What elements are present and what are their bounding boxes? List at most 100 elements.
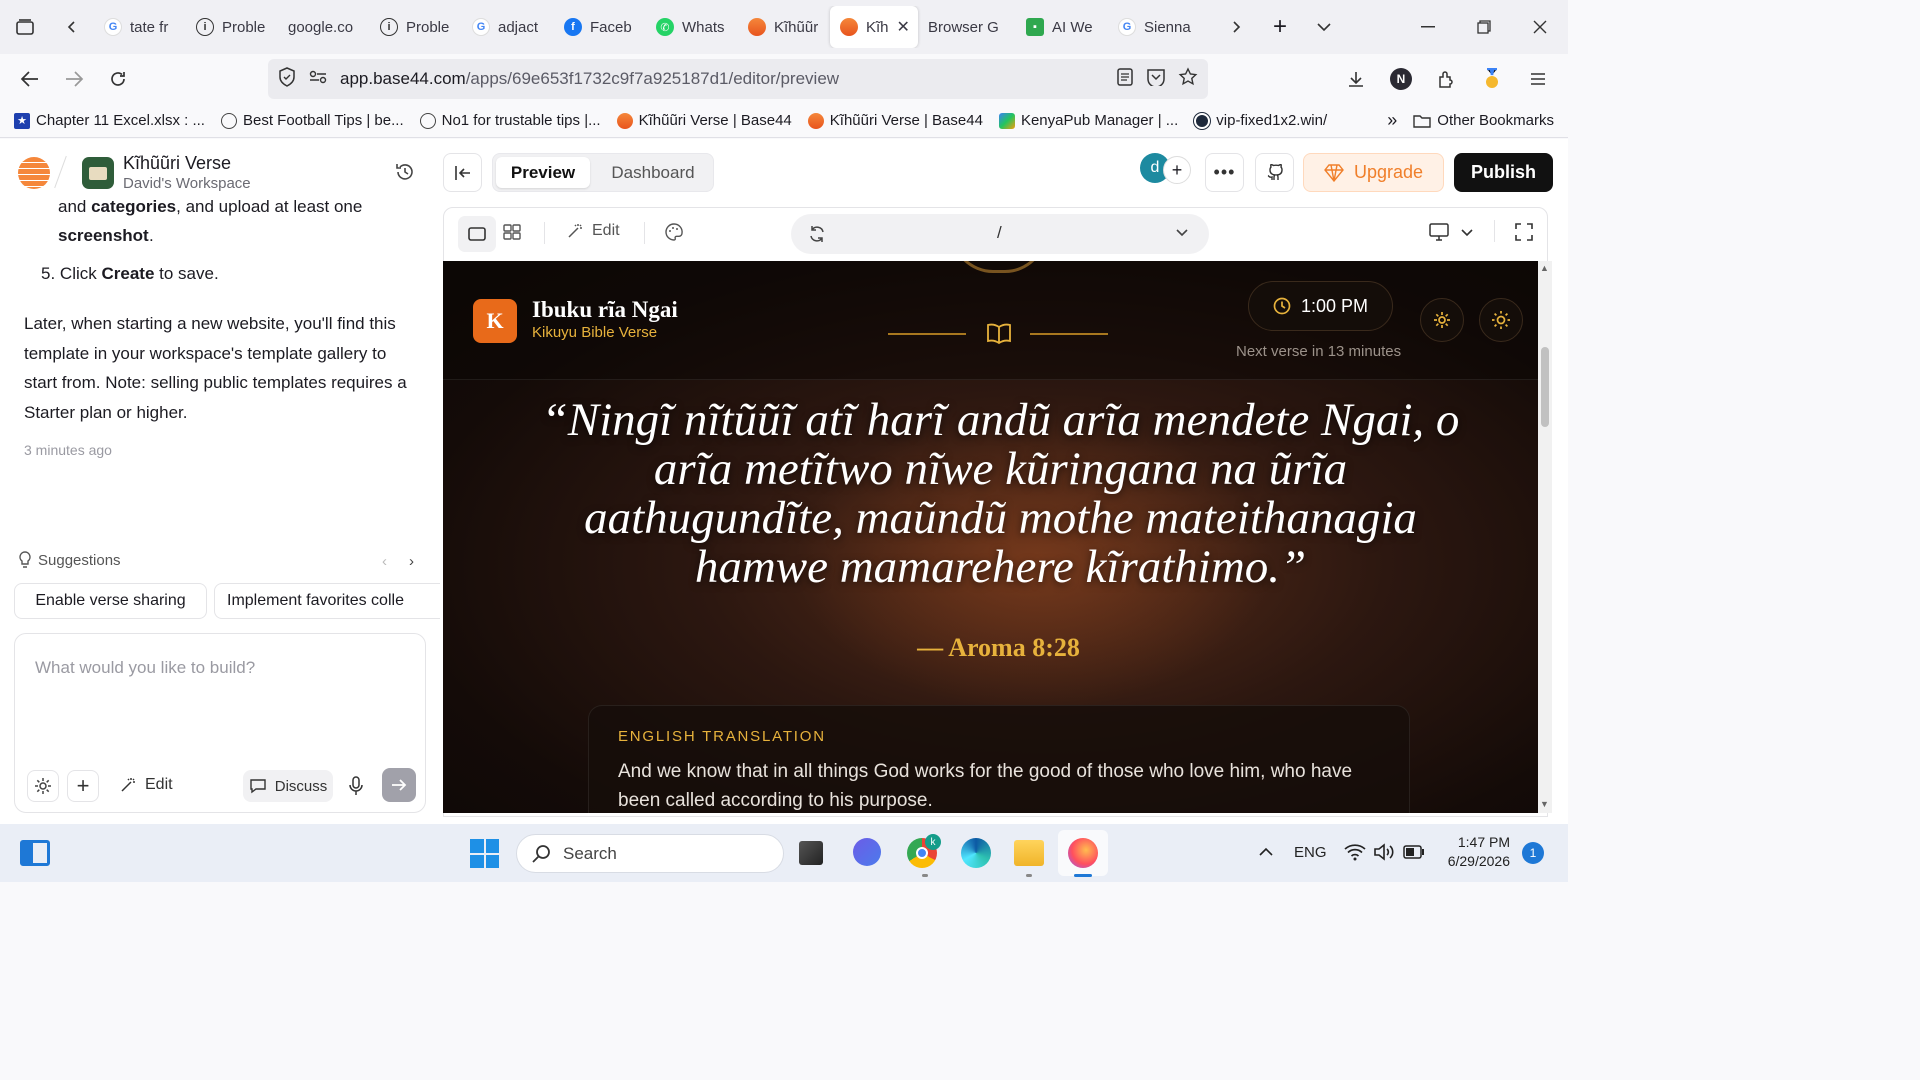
- sun-theme-icon[interactable]: [1479, 298, 1523, 342]
- suggestions-next-icon[interactable]: ›: [409, 553, 414, 570]
- upgrade-button[interactable]: Upgrade: [1303, 153, 1444, 192]
- clock-date[interactable]: 6/29/2026: [1432, 853, 1510, 869]
- bookmark-item[interactable]: vip-fixed1x2.win/: [1186, 112, 1335, 129]
- bookmark-item[interactable]: Kĩhũũri Verse | Base44: [800, 112, 991, 129]
- add-attachment-icon[interactable]: +: [67, 770, 99, 802]
- save-to-pocket-icon[interactable]: [1146, 68, 1166, 91]
- bookmark-item[interactable]: KenyaPub Manager | ...: [991, 112, 1186, 129]
- other-bookmarks[interactable]: Other Bookmarks: [1405, 112, 1562, 129]
- task-view-icon[interactable]: [799, 841, 823, 865]
- language-indicator[interactable]: ENG: [1294, 844, 1327, 861]
- chevron-down-icon[interactable]: [1461, 226, 1473, 244]
- tab-preview[interactable]: Preview: [496, 157, 590, 188]
- extensions-icon[interactable]: [1424, 57, 1468, 101]
- clock-time[interactable]: 1:47 PM: [1440, 834, 1510, 850]
- invite-collaborator-icon[interactable]: +: [1163, 156, 1191, 184]
- browser-tab[interactable]: Browser G: [918, 6, 1016, 48]
- taskbar-search[interactable]: Search: [516, 834, 784, 873]
- suggestions-prev-icon[interactable]: ‹: [382, 553, 387, 570]
- bookmark-item[interactable]: No1 for trustable tips |...: [412, 112, 609, 129]
- history-icon[interactable]: [394, 161, 416, 188]
- url-bar[interactable]: app.base44.com/apps/69e653f1732c9f7a9251…: [268, 59, 1208, 99]
- theme-palette-icon[interactable]: [664, 222, 684, 247]
- extension-badge-icon[interactable]: [1470, 57, 1514, 101]
- refresh-preview-icon[interactable]: [807, 224, 827, 249]
- prompt-input[interactable]: What would you like to build?: [35, 658, 255, 678]
- site-permissions-icon[interactable]: [308, 69, 328, 90]
- discuss-button[interactable]: Discuss: [243, 770, 333, 802]
- settings-gear-icon[interactable]: [1420, 298, 1464, 342]
- volume-icon[interactable]: [1373, 843, 1395, 866]
- browser-tab[interactable]: Gadjact: [462, 6, 554, 48]
- settings-gear-icon[interactable]: [27, 770, 59, 802]
- chevron-down-icon[interactable]: [1175, 226, 1189, 245]
- forward-icon[interactable]: [52, 57, 96, 101]
- browser-tab[interactable]: Gtate fr: [94, 6, 186, 48]
- start-windows-icon[interactable]: [470, 839, 499, 868]
- meet-icon[interactable]: [853, 838, 881, 866]
- send-button[interactable]: [382, 768, 416, 802]
- bookmark-item[interactable]: Best Football Tips | be...: [213, 112, 412, 129]
- browser-tab[interactable]: i Proble: [370, 6, 462, 48]
- suggestion-chip[interactable]: Implement favorites colle: [214, 583, 440, 619]
- device-desktop-icon[interactable]: [1429, 223, 1449, 246]
- scroll-down-icon[interactable]: ▼: [1540, 799, 1549, 809]
- browser-tab[interactable]: ✆ Whats: [646, 6, 738, 48]
- minimize-icon[interactable]: [1400, 5, 1456, 49]
- app-icon[interactable]: [82, 157, 114, 189]
- preview-scrollbar[interactable]: ▲ ▼: [1538, 261, 1552, 813]
- widgets-icon[interactable]: [20, 840, 50, 866]
- fullscreen-icon[interactable]: [1515, 223, 1533, 246]
- edit-button[interactable]: Edit: [119, 776, 173, 794]
- grid-view-icon[interactable]: [502, 222, 522, 247]
- bookmark-star-icon[interactable]: [1178, 66, 1198, 92]
- microphone-icon[interactable]: [348, 776, 364, 801]
- firefox-taskbar-item[interactable]: [1058, 830, 1108, 877]
- scrollbar-thumb[interactable]: [1541, 347, 1549, 427]
- app-menu-icon[interactable]: [1516, 57, 1560, 101]
- close-window-icon[interactable]: [1512, 5, 1568, 49]
- browser-tab[interactable]: f Faceb: [554, 6, 646, 48]
- show-hidden-icons-icon[interactable]: [1258, 845, 1274, 863]
- wifi-icon[interactable]: [1344, 843, 1366, 866]
- new-tab-icon[interactable]: +: [1258, 5, 1302, 49]
- bookmark-item[interactable]: Kĩhũũri Verse | Base44: [609, 112, 800, 129]
- reader-view-icon[interactable]: [1116, 67, 1134, 91]
- browser-tab[interactable]: ▪ AI We: [1016, 6, 1108, 48]
- scroll-up-icon[interactable]: ▲: [1540, 263, 1549, 273]
- shield-icon[interactable]: [278, 66, 296, 92]
- downloads-icon[interactable]: [1334, 57, 1378, 101]
- more-options-icon[interactable]: •••: [1205, 153, 1244, 192]
- profile-avatar[interactable]: N: [1390, 68, 1412, 90]
- publish-button[interactable]: Publish: [1454, 153, 1553, 192]
- tab-overview-icon[interactable]: [0, 5, 50, 49]
- tabs-scroll-right-icon[interactable]: [1214, 5, 1258, 49]
- browser-tab[interactable]: Kĩhũũr: [738, 6, 830, 48]
- collapse-sidebar-icon[interactable]: [443, 153, 482, 192]
- back-icon[interactable]: [8, 57, 52, 101]
- restore-icon[interactable]: [1456, 5, 1512, 49]
- browser-tab-active[interactable]: Kĩh ✕: [830, 6, 918, 48]
- notification-badge[interactable]: 1: [1522, 842, 1544, 864]
- browser-tab[interactable]: google.co: [278, 6, 370, 48]
- tabs-scroll-left-icon[interactable]: [50, 5, 94, 49]
- app-name[interactable]: Kĩhũũri Verse: [123, 153, 231, 174]
- list-tabs-icon[interactable]: [1302, 5, 1346, 49]
- close-tab-icon[interactable]: ✕: [897, 17, 910, 37]
- single-view-icon[interactable]: [458, 216, 496, 252]
- browser-tab[interactable]: i Proble: [186, 6, 278, 48]
- site-logo[interactable]: K: [473, 299, 517, 343]
- tab-dashboard[interactable]: Dashboard: [601, 157, 705, 188]
- bookmark-item[interactable]: ★ Chapter 11 Excel.xlsx : ...: [6, 112, 213, 129]
- base44-logo[interactable]: [18, 157, 50, 189]
- visual-edit-button[interactable]: Edit: [566, 222, 620, 240]
- suggestion-chip[interactable]: Enable verse sharing: [14, 583, 207, 619]
- reload-icon[interactable]: [96, 57, 140, 101]
- file-explorer-icon[interactable]: [1014, 840, 1044, 866]
- battery-icon[interactable]: [1403, 845, 1425, 864]
- more-bookmarks-icon[interactable]: »: [1379, 110, 1405, 131]
- route-bar[interactable]: /: [791, 214, 1209, 254]
- browser-tab[interactable]: G Sienna: [1108, 6, 1200, 48]
- github-icon[interactable]: [1255, 153, 1294, 192]
- edge-icon[interactable]: [961, 838, 991, 868]
